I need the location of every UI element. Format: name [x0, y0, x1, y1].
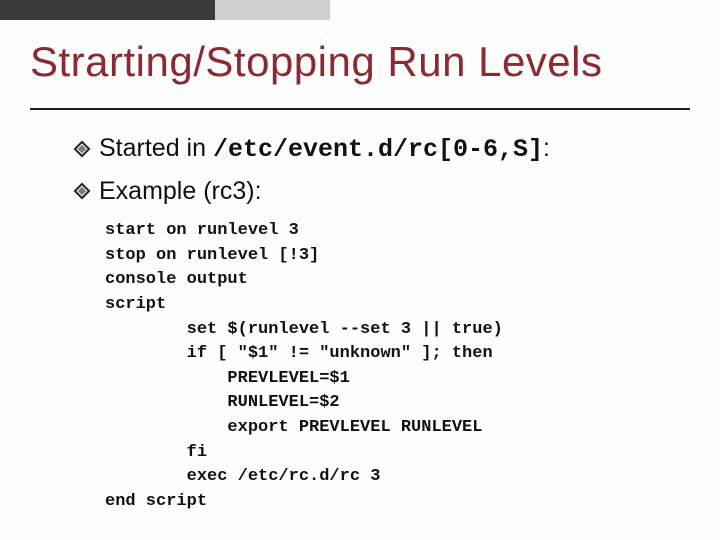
bullet-suffix: :	[543, 134, 550, 162]
bullet-prefix: Started in	[99, 134, 213, 162]
title-underline	[30, 108, 690, 110]
slide: Strarting/Stopping Run Levels Started in…	[0, 0, 720, 540]
accent-light	[215, 0, 330, 20]
diamond-bullet-icon	[75, 184, 89, 198]
slide-title: Strarting/Stopping Run Levels	[30, 38, 603, 86]
bullet-item: Started in /etc/event.d/rc[0-6,S]:	[75, 135, 685, 164]
accent-dark	[0, 0, 215, 20]
code-block: start on runlevel 3 stop on runlevel [!3…	[105, 219, 685, 515]
bullet-text: Started in /etc/event.d/rc[0-6,S]:	[99, 135, 550, 164]
bullet-item: Example (rc3):	[75, 178, 685, 206]
bullet-text: Example (rc3):	[99, 178, 262, 206]
bullet-mono: /etc/event.d/rc[0-6,S]	[213, 135, 543, 164]
slide-body: Started in /etc/event.d/rc[0-6,S]: Examp…	[75, 135, 685, 515]
bullet-prefix: Example (rc3):	[99, 177, 262, 205]
diamond-bullet-icon	[75, 142, 89, 156]
top-accent-bar	[0, 0, 330, 20]
